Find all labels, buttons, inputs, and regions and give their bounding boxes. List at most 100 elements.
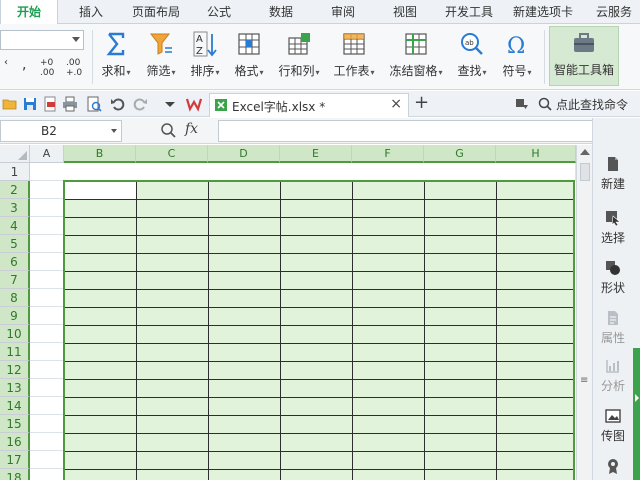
taskpane-properties-label: 属性 [600, 331, 625, 345]
rows-cols-button[interactable]: 行和列▾ [274, 28, 324, 86]
selection-range[interactable] [63, 180, 575, 480]
scroll-left-icon[interactable]: ‹ [4, 58, 8, 68]
taskpane-new[interactable]: 新建 [593, 148, 633, 196]
name-box[interactable]: B2 [0, 120, 122, 142]
comma-style-button[interactable]: , [22, 58, 26, 72]
symbol-icon: Ω [507, 34, 525, 58]
print-preview-icon[interactable] [86, 96, 102, 112]
row-header[interactable]: 11 [0, 343, 30, 361]
toolbox-icon [574, 33, 594, 52]
tab-new-tab[interactable]: 新建选项卡 [506, 0, 580, 24]
row-header[interactable]: 1 [0, 163, 30, 181]
tab-home[interactable]: 开始 [0, 0, 58, 25]
quick-access-bar: Excel字帖.xlsx * × + 点此查找命令 [0, 91, 640, 117]
open-folder-icon[interactable] [2, 96, 18, 112]
row-header[interactable]: 4 [0, 217, 30, 235]
close-tab-icon[interactable]: × [390, 96, 402, 112]
taskpane-analysis-label: 分析 [600, 379, 625, 393]
select-all-corner[interactable] [0, 145, 30, 163]
menu-bar: 开始 插入 页面布局 公式 数据 审阅 视图 开发工具 新建选项卡 云服务 [0, 0, 640, 25]
document-tab-title: Excel字帖.xlsx * [232, 100, 326, 114]
find-label: 查找 [457, 64, 482, 78]
filter-button[interactable]: 筛选▾ [140, 28, 182, 86]
formula-input[interactable] [218, 120, 594, 142]
zoom-formula-icon[interactable] [160, 122, 176, 138]
row-header[interactable]: 3 [0, 199, 30, 217]
symbol-button[interactable]: Ω 符号▾ [496, 28, 538, 86]
row-header[interactable]: 10 [0, 325, 30, 343]
taskpane-collapse-bar[interactable] [633, 348, 640, 480]
tab-insert[interactable]: 插入 [62, 0, 120, 24]
column-header-a[interactable]: A [30, 145, 64, 163]
row-header[interactable]: 7 [0, 271, 30, 289]
vertical-scrollbar[interactable]: ≡ [576, 145, 592, 480]
taskpane-select-label: 选择 [600, 231, 625, 245]
row-header[interactable]: 2 [0, 181, 30, 199]
scroll-up-icon[interactable] [580, 149, 590, 155]
tab-developer[interactable]: 开发工具 [440, 0, 498, 24]
increase-decimal-button[interactable]: +0 .00 [40, 58, 60, 78]
column-header-c[interactable]: C [136, 145, 208, 163]
worksheet-button[interactable]: 工作表▾ [328, 28, 380, 86]
row-header[interactable]: 12 [0, 361, 30, 379]
number-format-select[interactable] [0, 30, 84, 50]
row-header[interactable]: 13 [0, 379, 30, 397]
tab-cloud[interactable]: 云服务 [588, 0, 640, 24]
row-header[interactable]: 17 [0, 451, 30, 469]
tab-view[interactable]: 视图 [380, 0, 430, 24]
row-header[interactable]: 6 [0, 253, 30, 271]
tab-data[interactable]: 数据 [256, 0, 306, 24]
find-command-input[interactable]: 点此查找命令 [556, 96, 628, 113]
taskpane-analysis[interactable]: 分析 [593, 350, 633, 398]
taskpane-select[interactable]: 选择 [593, 202, 633, 250]
tab-formulas[interactable]: 公式 [192, 0, 246, 24]
active-cell[interactable] [65, 182, 136, 199]
print-icon[interactable] [62, 96, 78, 112]
row-header[interactable]: 15 [0, 415, 30, 433]
taskpane-upload-image[interactable]: 传图 [593, 400, 633, 448]
freeze-panes-button[interactable]: 冻结窗格▾ [384, 28, 448, 86]
column-header-h[interactable]: H [496, 145, 576, 163]
column-header-g[interactable]: G [424, 145, 496, 163]
row-header[interactable]: 18 [0, 469, 30, 480]
scrollbar-thumb[interactable] [580, 163, 590, 181]
taskpane-shape[interactable]: 形状 [593, 252, 633, 300]
column-header-f[interactable]: F [352, 145, 424, 163]
spreadsheet-grid[interactable]: A B C D E F G H 1 2 3 4 5 6 7 8 9 10 11 … [0, 145, 576, 480]
column-header-b[interactable]: B [64, 145, 136, 163]
document-tab[interactable]: Excel字帖.xlsx * × [209, 93, 409, 117]
save-icon[interactable] [22, 96, 38, 112]
redo-icon[interactable] [132, 96, 148, 112]
sum-button[interactable]: 求和▾ [96, 28, 136, 86]
row-header[interactable]: 8 [0, 289, 30, 307]
taskpane-settings[interactable]: 设置 [593, 450, 633, 480]
sort-button[interactable]: AZ 排序▾ [184, 28, 226, 86]
customize-toolbar-icon[interactable] [162, 96, 178, 112]
row-header[interactable]: 16 [0, 433, 30, 451]
format-button[interactable]: 格式▾ [228, 28, 270, 86]
column-header-d[interactable]: D [208, 145, 280, 163]
ribbon-separator [544, 30, 545, 84]
column-header-e[interactable]: E [280, 145, 352, 163]
export-pdf-icon[interactable] [42, 96, 58, 112]
row-header[interactable]: 9 [0, 307, 30, 325]
find-button[interactable]: ab 查找▾ [452, 28, 492, 86]
tab-page-layout[interactable]: 页面布局 [124, 0, 188, 24]
taskpane-properties[interactable]: 属性 [593, 302, 633, 350]
format-icon [238, 33, 260, 55]
insert-function-button[interactable]: fx [185, 121, 198, 137]
row-1-cells[interactable] [30, 163, 576, 181]
row-header[interactable]: 5 [0, 235, 30, 253]
rows-cols-icon [288, 33, 310, 55]
undo-icon[interactable] [110, 96, 126, 112]
decrease-decimal-button[interactable]: .00 +.0 [66, 58, 86, 78]
split-grip-icon[interactable]: ≡ [580, 375, 588, 386]
tab-menu-icon[interactable] [514, 96, 530, 112]
row-header[interactable]: 14 [0, 397, 30, 415]
new-tab-button[interactable]: + [414, 92, 429, 113]
taskpane-new-label: 新建 [600, 177, 625, 191]
svg-text:ab: ab [465, 39, 474, 47]
sort-label: 排序 [190, 64, 215, 78]
smart-toolbox-button[interactable]: 智能工具箱 [549, 26, 619, 86]
tab-review[interactable]: 审阅 [318, 0, 368, 24]
